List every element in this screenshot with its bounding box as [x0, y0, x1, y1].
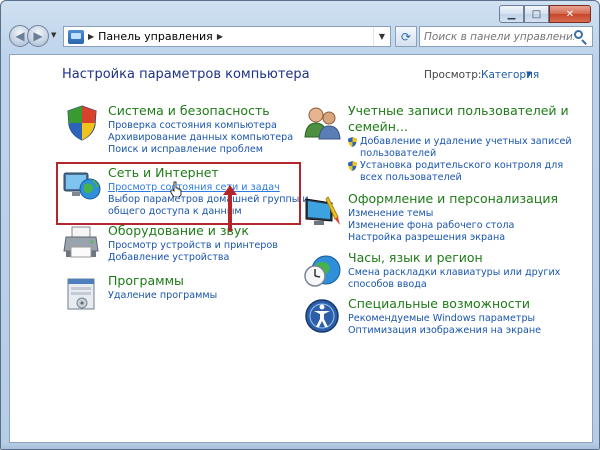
link-label[interactable]: Установка родительского контроля для [360, 160, 563, 171]
users-icon[interactable] [302, 103, 342, 143]
view-by-label: Просмотр: [424, 69, 482, 81]
category-title[interactable]: Часы, язык и регион [348, 250, 483, 266]
category-title-line2[interactable]: семейн... [348, 119, 408, 135]
category-title[interactable]: Программы [108, 273, 184, 289]
navigation-bar: ◀ ▶ ▼ ▶ Панель управления ▶ ▼ ⟳ [7, 25, 593, 49]
link-recommended-settings[interactable]: Рекомендуемые Windows параметры [348, 313, 541, 325]
link-add-remove-accounts[interactable]: Добавление и удаление учетных записей [348, 136, 572, 148]
page-title: Настройка параметров компьютера [62, 67, 310, 82]
breadcrumb-chevron-icon[interactable]: ▶ [217, 32, 223, 41]
link-troubleshoot[interactable]: Поиск и исправление проблем [108, 144, 293, 156]
link-label[interactable]: пользователей [360, 148, 436, 159]
monitor-brush-icon[interactable] [302, 191, 342, 231]
refresh-button[interactable]: ⟳ [395, 26, 417, 47]
category-links: Просмотр устройств и принтеров Добавлени… [108, 240, 278, 264]
breadcrumb-separator-icon[interactable]: ▶ [88, 32, 94, 41]
link-backup[interactable]: Архивирование данных компьютера [108, 132, 293, 144]
link-check-status[interactable]: Проверка состояния компьютера [108, 120, 293, 132]
category-links: Удаление программы [108, 290, 217, 302]
link-label[interactable]: всех пользователей [360, 172, 462, 183]
address-dropdown-icon[interactable]: ▼ [373, 27, 390, 46]
printer-icon[interactable] [62, 223, 102, 263]
link-parental-controls[interactable]: Установка родительского контроля для [348, 160, 572, 172]
category-links: Проверка состояния компьютера Архивирова… [108, 120, 293, 156]
category-links: Рекомендуемые Windows параметры Оптимиза… [348, 313, 541, 337]
link-change-theme[interactable]: Изменение темы [348, 208, 514, 220]
link-desktop-background[interactable]: Изменение фона рабочего стола [348, 220, 514, 232]
link-add-device[interactable]: Добавление устройства [108, 252, 278, 264]
uac-shield-icon [348, 161, 357, 171]
minimize-button[interactable]: ▁ [499, 5, 524, 23]
category-title-line1[interactable]: Учетные записи пользователей и [348, 103, 569, 119]
link-screen-resolution[interactable]: Настройка разрешения экрана [348, 232, 514, 244]
programs-icon[interactable] [62, 273, 102, 313]
refresh-icon: ⟳ [400, 29, 412, 44]
uac-shield-icon [348, 137, 357, 147]
link-label[interactable]: Добавление и удаление учетных записей [360, 136, 572, 147]
link-keyboard-layout-cont[interactable]: способов ввода [348, 279, 560, 291]
link-add-remove-accounts-cont[interactable]: пользователей [348, 148, 572, 160]
caption-buttons: ▁ □ ✕ [499, 5, 591, 23]
search-input[interactable] [424, 30, 574, 43]
accessibility-icon[interactable] [302, 296, 342, 336]
category-title[interactable]: Оформление и персонализация [348, 191, 558, 207]
link-devices-printers[interactable]: Просмотр устройств и принтеров [108, 240, 278, 252]
category-title[interactable]: Система и безопасность [108, 103, 270, 119]
clock-globe-icon[interactable] [302, 250, 342, 290]
search-box[interactable] [419, 26, 593, 47]
recent-pages-chevron-icon[interactable]: ▼ [51, 31, 56, 39]
category-links: Добавление и удаление учетных записей по… [348, 136, 572, 184]
hand-cursor-icon [170, 181, 182, 197]
link-parental-controls-cont[interactable]: всех пользователей [348, 172, 572, 184]
search-icon[interactable] [574, 30, 588, 45]
breadcrumb-control-panel[interactable]: Панель управления [98, 30, 213, 43]
shield-icon[interactable] [62, 103, 102, 143]
category-title[interactable]: Специальные возможности [348, 296, 530, 312]
red-arrow-icon [223, 185, 237, 231]
view-by-chevron-down-icon[interactable]: ▼ [526, 70, 531, 78]
forward-button[interactable]: ▶ [27, 25, 49, 47]
content-pane: Настройка параметров компьютера Просмотр… [9, 54, 593, 443]
category-links: Изменение темы Изменение фона рабочего с… [348, 208, 514, 244]
maximize-button[interactable]: □ [524, 5, 549, 23]
address-bar[interactable]: ▶ Панель управления ▶ ▼ [63, 26, 391, 47]
control-panel-icon [68, 29, 84, 44]
control-panel-window: ▁ □ ✕ ◀ ▶ ▼ ▶ Панель управления ▶ ▼ ⟳ На… [0, 0, 600, 450]
link-uninstall-program[interactable]: Удаление программы [108, 290, 217, 302]
link-optimize-display[interactable]: Оптимизация изображения на экране [348, 325, 541, 337]
link-keyboard-layout[interactable]: Смена раскладки клавиатуры или других [348, 267, 560, 279]
category-links: Смена раскладки клавиатуры или других сп… [348, 267, 560, 291]
close-button[interactable]: ✕ [549, 5, 591, 23]
